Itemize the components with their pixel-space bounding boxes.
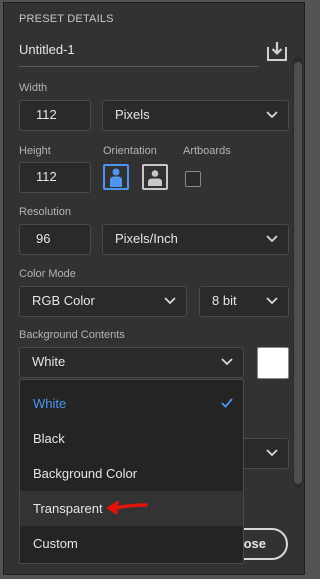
chevron-down-icon — [266, 235, 278, 243]
document-name-field[interactable]: Untitled-1 — [19, 37, 259, 67]
option-white[interactable]: White — [20, 386, 243, 421]
height-label: Height — [19, 145, 51, 157]
background-contents-select[interactable]: White — [19, 347, 244, 378]
width-label: Width — [19, 82, 48, 94]
bit-depth-value: 8 bit — [212, 293, 237, 308]
document-name-value: Untitled-1 — [19, 42, 75, 57]
height-input[interactable]: 112 — [19, 162, 91, 193]
color-mode-label: Color Mode — [19, 268, 76, 280]
chevron-down-icon — [164, 297, 176, 305]
chevron-down-icon — [266, 449, 278, 457]
width-unit-select[interactable]: Pixels — [102, 100, 289, 131]
preset-details-title: PRESET DETAILS — [19, 13, 114, 25]
background-contents-value: White — [32, 354, 66, 369]
resolution-input[interactable]: 96 — [19, 224, 91, 255]
option-custom-label: Custom — [33, 536, 78, 551]
checkmark-icon — [221, 398, 233, 408]
resolution-unit-value: Pixels/Inch — [115, 231, 178, 246]
landscape-person-icon — [148, 170, 162, 186]
background-contents-label: Background Contents — [19, 329, 125, 341]
scrollbar-thumb[interactable] — [294, 62, 302, 484]
artboards-checkbox[interactable] — [185, 171, 201, 187]
resolution-unit-select[interactable]: Pixels/Inch — [102, 224, 289, 255]
option-transparent-label: Transparent — [33, 501, 103, 516]
option-background-color-label: Background Color — [33, 466, 138, 481]
bit-depth-select[interactable]: 8 bit — [199, 286, 289, 317]
option-black[interactable]: Black — [20, 421, 243, 456]
option-background-color[interactable]: Background Color — [20, 456, 243, 491]
option-custom[interactable]: Custom — [20, 526, 243, 561]
red-arrow-annotation — [106, 500, 148, 515]
color-mode-select[interactable]: RGB Color — [19, 286, 187, 317]
resolution-label: Resolution — [19, 206, 71, 218]
chevron-down-icon — [266, 297, 278, 305]
landscape-orientation-button[interactable] — [142, 164, 168, 190]
artboards-label: Artboards — [183, 145, 231, 157]
save-preset-icon[interactable] — [265, 39, 289, 63]
background-color-swatch[interactable] — [257, 347, 289, 379]
option-black-label: Black — [33, 431, 65, 446]
background-contents-dropdown[interactable]: White Black Background Color Transparent… — [19, 379, 244, 564]
color-mode-value: RGB Color — [32, 293, 95, 308]
orientation-label: Orientation — [103, 145, 157, 157]
width-input[interactable]: 112 — [19, 100, 91, 131]
chevron-down-icon — [221, 358, 233, 366]
portrait-orientation-button[interactable] — [103, 164, 129, 190]
option-white-label: White — [33, 396, 67, 411]
width-unit-value: Pixels — [115, 107, 150, 122]
portrait-person-icon — [110, 168, 122, 187]
chevron-down-icon — [266, 111, 278, 119]
